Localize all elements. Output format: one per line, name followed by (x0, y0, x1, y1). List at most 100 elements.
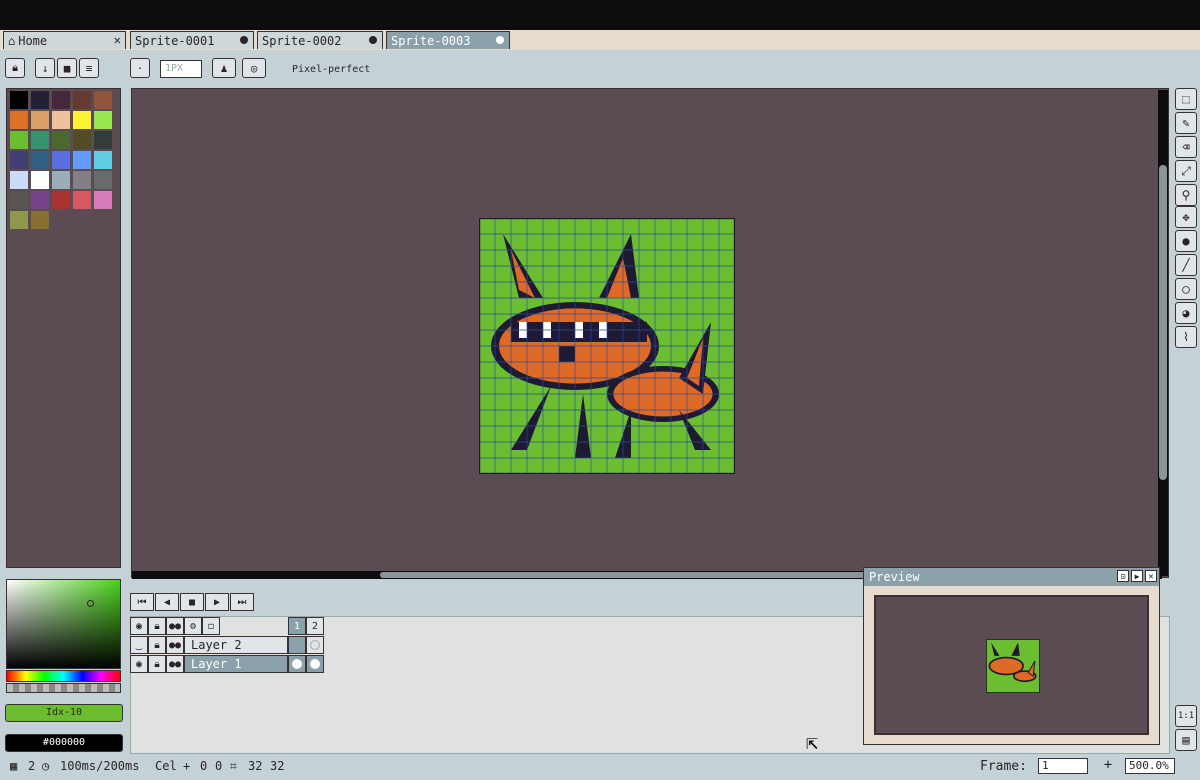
presets-button[interactable]: ■ (57, 58, 77, 78)
palette-swatch[interactable] (31, 191, 49, 209)
palette-swatch[interactable] (73, 191, 91, 209)
palette-swatch[interactable] (52, 91, 70, 109)
palette-swatch[interactable] (52, 131, 70, 149)
add-frame-button[interactable]: + (1100, 757, 1116, 773)
prev-frame-button[interactable]: ◀ (155, 593, 179, 611)
zoom-1to1-button[interactable]: 1:1 (1175, 705, 1197, 727)
visibility-toggle[interactable]: ◉ (130, 655, 148, 673)
visibility-toggle[interactable]: ‿ (130, 636, 148, 654)
timeline-toggle-button[interactable]: ▤ (1175, 729, 1197, 751)
last-frame-button[interactable]: ⏭ (230, 593, 254, 611)
eyedropper-tool[interactable]: ⤢ (1175, 160, 1197, 182)
ellipse-tool[interactable]: ◯ (1175, 278, 1197, 300)
palette-swatch[interactable] (73, 111, 91, 129)
hex-color-field[interactable]: #000000 (5, 734, 123, 752)
color-index-button[interactable]: Idx-10 (5, 704, 123, 722)
palette-swatch[interactable] (31, 111, 49, 129)
cel-filled[interactable] (288, 655, 306, 673)
fill-tool[interactable]: ● (1175, 230, 1197, 252)
eye-header[interactable]: ◉ (130, 617, 148, 635)
brush-type-button[interactable]: · (130, 58, 150, 78)
tab-sprite-0001[interactable]: Sprite-0001 (130, 31, 254, 49)
zoom-field[interactable]: 500.0% (1125, 758, 1175, 774)
frame-number-1[interactable]: 1 (288, 617, 306, 635)
palette-swatch[interactable] (73, 91, 91, 109)
palette-swatch[interactable] (10, 211, 28, 229)
layer-name[interactable]: Layer 2 (184, 636, 288, 654)
sprite-canvas[interactable] (479, 218, 735, 474)
onion-skin-header[interactable]: ◻ (202, 617, 220, 635)
palette-swatch[interactable] (31, 131, 49, 149)
tab-sprite-0003[interactable]: Sprite-0003 (386, 31, 510, 49)
lock-toggle[interactable]: 🔒︎ (148, 636, 166, 654)
gear-header[interactable]: ⚙ (184, 617, 202, 635)
frame-number-2[interactable]: 2 (306, 617, 324, 635)
palette-swatch[interactable] (52, 171, 70, 189)
brush-size-input[interactable]: 1PX (160, 60, 202, 78)
continuous-toggle[interactable]: ●● (166, 655, 184, 673)
close-icon[interactable]: ✕ (114, 33, 121, 47)
tab-home[interactable]: ⌂ Home ✕ (3, 31, 126, 49)
frame-input[interactable]: 1 (1038, 758, 1088, 774)
layer-name[interactable]: Layer 1 (184, 655, 288, 673)
palette-swatch[interactable] (31, 91, 49, 109)
horizontal-scroll-thumb[interactable] (380, 572, 880, 578)
play-button[interactable]: ■ (180, 593, 204, 611)
preview-center-button[interactable]: ⊡ (1117, 570, 1129, 582)
palette-swatch[interactable] (94, 111, 112, 129)
palette-swatch[interactable] (94, 191, 112, 209)
palette-swatch[interactable] (10, 191, 28, 209)
lock-button[interactable]: 🔒︎ (5, 58, 25, 78)
palette-swatch[interactable] (94, 171, 112, 189)
vertical-scroll-thumb[interactable] (1159, 165, 1167, 480)
palette-swatch[interactable] (31, 211, 49, 229)
palette-swatch[interactable] (10, 151, 28, 169)
blur-tool[interactable]: ◕ (1175, 302, 1197, 324)
smudge-tool[interactable]: ⌇ (1175, 326, 1197, 348)
alpha-slider[interactable] (6, 683, 121, 693)
marquee-tool[interactable]: ⬚ (1175, 88, 1197, 110)
palette-swatch[interactable] (73, 131, 91, 149)
continuous-header[interactable]: ●● (166, 617, 184, 635)
palette-swatch[interactable] (10, 131, 28, 149)
eraser-tool[interactable]: ⌫ (1175, 136, 1197, 158)
sort-button[interactable]: ↓ (35, 58, 55, 78)
color-picker[interactable] (6, 579, 121, 669)
cel-empty[interactable] (288, 636, 306, 654)
lock-toggle[interactable]: 🔒︎ (148, 655, 166, 673)
layer-row-layer-2[interactable]: ‿ 🔒︎ ●● Layer 2 (130, 636, 324, 654)
palette-swatch[interactable] (52, 151, 70, 169)
options-button[interactable]: ≡ (79, 58, 99, 78)
palette-swatch[interactable] (31, 151, 49, 169)
next-frame-button[interactable]: ▶ (205, 593, 229, 611)
hue-slider[interactable] (6, 670, 121, 682)
pencil-tool[interactable]: ✎ (1175, 112, 1197, 134)
ink-button[interactable]: ♟ (212, 58, 236, 78)
tab-sprite-0002[interactable]: Sprite-0002 (257, 31, 383, 49)
symmetry-button[interactable]: ◎ (242, 58, 266, 78)
preview-window[interactable]: Preview ⊡ ▶ ✕ (863, 567, 1160, 745)
cel-filled[interactable] (306, 655, 324, 673)
palette-swatch[interactable] (94, 151, 112, 169)
cel-empty[interactable] (306, 636, 324, 654)
layer-row-layer-1[interactable]: ◉ 🔒︎ ●● Layer 1 (130, 655, 324, 673)
first-frame-button[interactable]: ⏮ (130, 593, 154, 611)
picker-cursor[interactable] (87, 600, 94, 607)
preview-play-button[interactable]: ▶ (1131, 570, 1143, 582)
palette-swatch[interactable] (31, 171, 49, 189)
palette-swatch[interactable] (73, 151, 91, 169)
lock-header[interactable]: 🔒︎ (148, 617, 166, 635)
preview-title-bar[interactable]: Preview ⊡ ▶ ✕ (864, 568, 1159, 586)
preview-close-button[interactable]: ✕ (1145, 570, 1157, 582)
palette-swatch[interactable] (10, 91, 28, 109)
palette-swatch[interactable] (73, 171, 91, 189)
palette-swatch[interactable] (10, 111, 28, 129)
line-tool[interactable]: ╱ (1175, 254, 1197, 276)
pixel-perfect-label[interactable]: Pixel-perfect (292, 64, 370, 75)
palette-swatch[interactable] (94, 131, 112, 149)
palette-swatch[interactable] (52, 111, 70, 129)
continuous-toggle[interactable]: ●● (166, 636, 184, 654)
palette-swatch[interactable] (52, 191, 70, 209)
zoom-tool[interactable]: ⚲ (1175, 184, 1197, 206)
palette-swatch[interactable] (10, 171, 28, 189)
